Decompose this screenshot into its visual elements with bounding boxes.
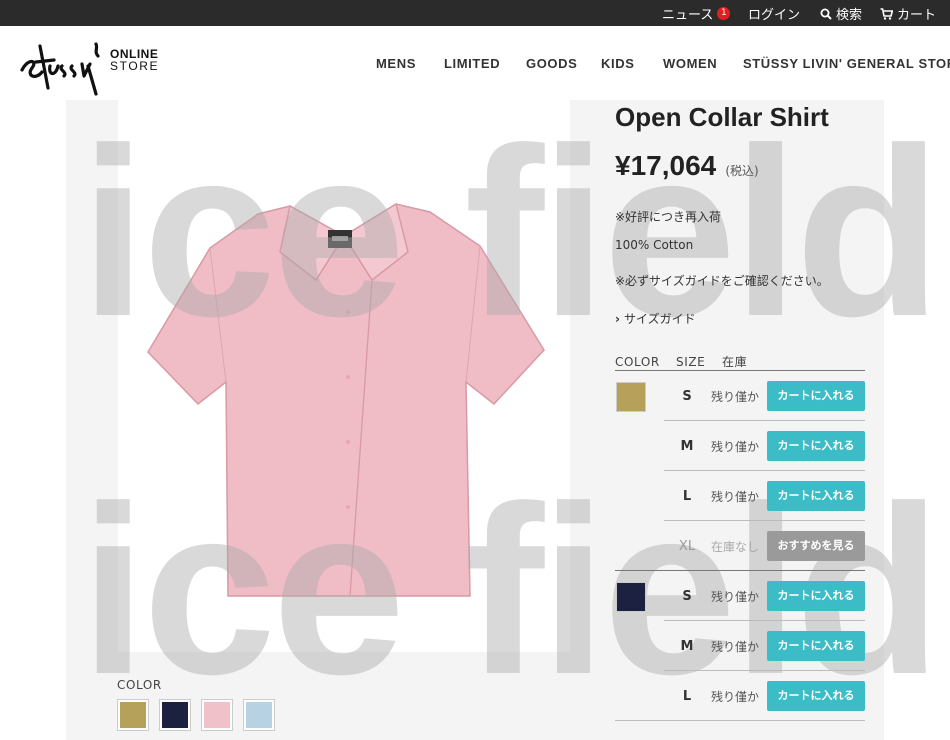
color-thumbnail-pink[interactable] bbox=[201, 699, 233, 731]
add-to-cart-button[interactable]: カートに入れる bbox=[767, 381, 865, 411]
brand-logo[interactable] bbox=[18, 36, 104, 98]
color-thumbnail-light-blue[interactable] bbox=[243, 699, 275, 731]
news-link[interactable]: ニュース 1 bbox=[662, 4, 731, 23]
search-icon bbox=[820, 8, 832, 20]
stock-status: 残り僅か bbox=[711, 440, 760, 454]
size-value: M bbox=[680, 439, 694, 454]
gallery-color-label: COLOR bbox=[117, 678, 162, 692]
search-label: 検索 bbox=[836, 8, 863, 23]
news-label: ニュース bbox=[662, 8, 714, 23]
tax-note: (税込) bbox=[725, 164, 759, 178]
row-divider bbox=[615, 720, 865, 721]
nav-mens[interactable]: MENS bbox=[376, 56, 416, 71]
row-divider bbox=[664, 520, 865, 521]
stock-status: 在庫なし bbox=[711, 540, 760, 554]
row-divider bbox=[615, 570, 865, 571]
nav-women[interactable]: WOMEN bbox=[663, 56, 717, 71]
nav-kids[interactable]: KIDS bbox=[601, 56, 634, 71]
nav-limited[interactable]: LIMITED bbox=[444, 56, 500, 71]
news-count-badge: 1 bbox=[717, 7, 731, 20]
row-divider bbox=[664, 670, 865, 671]
size-guide-label: サイズガイド bbox=[623, 312, 696, 326]
size-column-header: SIZE bbox=[676, 355, 706, 369]
stock-status: 残り僅か bbox=[711, 640, 760, 654]
color-thumbnail-fill bbox=[162, 702, 188, 728]
cart-link[interactable]: カート bbox=[880, 4, 936, 23]
size-guide-link[interactable]: › サイズガイド bbox=[615, 310, 696, 327]
size-value: M bbox=[680, 639, 694, 654]
material-text: 100% Cotton bbox=[615, 238, 694, 252]
login-label: ログイン bbox=[748, 8, 801, 23]
color-swatch[interactable] bbox=[616, 382, 646, 412]
size-check-note: ※必ずサイズガイドをご確認ください。 bbox=[615, 274, 829, 288]
stock-status: 残り僅か bbox=[711, 690, 760, 704]
stock-status: 残り僅か bbox=[711, 590, 760, 604]
brand-line-2: STORE bbox=[110, 59, 160, 73]
size-value: XL bbox=[678, 539, 696, 554]
site-header: ONLINE STORE MENS LIMITED GOODS KIDS WOM… bbox=[0, 26, 950, 100]
stock-status: 残り僅か bbox=[711, 490, 760, 504]
size-value: S bbox=[682, 589, 692, 604]
add-to-cart-button[interactable]: カートに入れる bbox=[767, 481, 865, 511]
color-thumbnail-fill bbox=[204, 702, 230, 728]
restock-note: ※好評につき再入荷 bbox=[615, 210, 722, 224]
size-value: S bbox=[682, 389, 692, 404]
size-value: L bbox=[682, 689, 692, 704]
nav-general-store[interactable]: STÜSSY LIVIN' GENERAL STORE bbox=[743, 56, 950, 71]
color-thumbnail-fill bbox=[246, 702, 272, 728]
brand-wordmark: ONLINE STORE bbox=[110, 48, 159, 72]
color-thumbnail-tan[interactable] bbox=[117, 699, 149, 731]
stock-status: 残り僅か bbox=[711, 390, 760, 404]
row-divider bbox=[664, 420, 865, 421]
cart-icon bbox=[880, 7, 893, 20]
table-header-rule bbox=[615, 370, 865, 371]
add-to-cart-button[interactable]: カートに入れる bbox=[767, 581, 865, 611]
color-thumbnail-fill bbox=[120, 702, 146, 728]
cart-label: カート bbox=[897, 8, 937, 23]
stock-column-header: 在庫 bbox=[722, 355, 748, 369]
add-to-cart-button[interactable]: カートに入れる bbox=[767, 431, 865, 461]
product-title: Open Collar Shirt bbox=[615, 102, 829, 132]
row-divider bbox=[664, 620, 865, 621]
color-swatch[interactable] bbox=[616, 582, 646, 612]
top-utility-bar: ニュース 1 ログイン 検索 カート bbox=[0, 0, 950, 26]
login-link[interactable]: ログイン bbox=[748, 4, 800, 23]
size-value: L bbox=[682, 489, 692, 504]
add-to-cart-button[interactable]: カートに入れる bbox=[767, 681, 865, 711]
color-column-header: COLOR bbox=[615, 355, 660, 369]
see-recommendations-button[interactable]: おすすめを見る bbox=[767, 531, 865, 561]
chevron-right-icon: › bbox=[615, 312, 620, 326]
search-link[interactable]: 検索 bbox=[820, 4, 862, 23]
add-to-cart-button[interactable]: カートに入れる bbox=[767, 631, 865, 661]
nav-goods[interactable]: GOODS bbox=[526, 56, 577, 71]
price-row: ¥17,064 (税込) bbox=[615, 150, 759, 182]
watermark-line-1: ice field bbox=[80, 98, 942, 366]
row-divider bbox=[664, 470, 865, 471]
color-thumbnail-navy[interactable] bbox=[159, 699, 191, 731]
product-price: ¥17,064 bbox=[615, 150, 717, 181]
